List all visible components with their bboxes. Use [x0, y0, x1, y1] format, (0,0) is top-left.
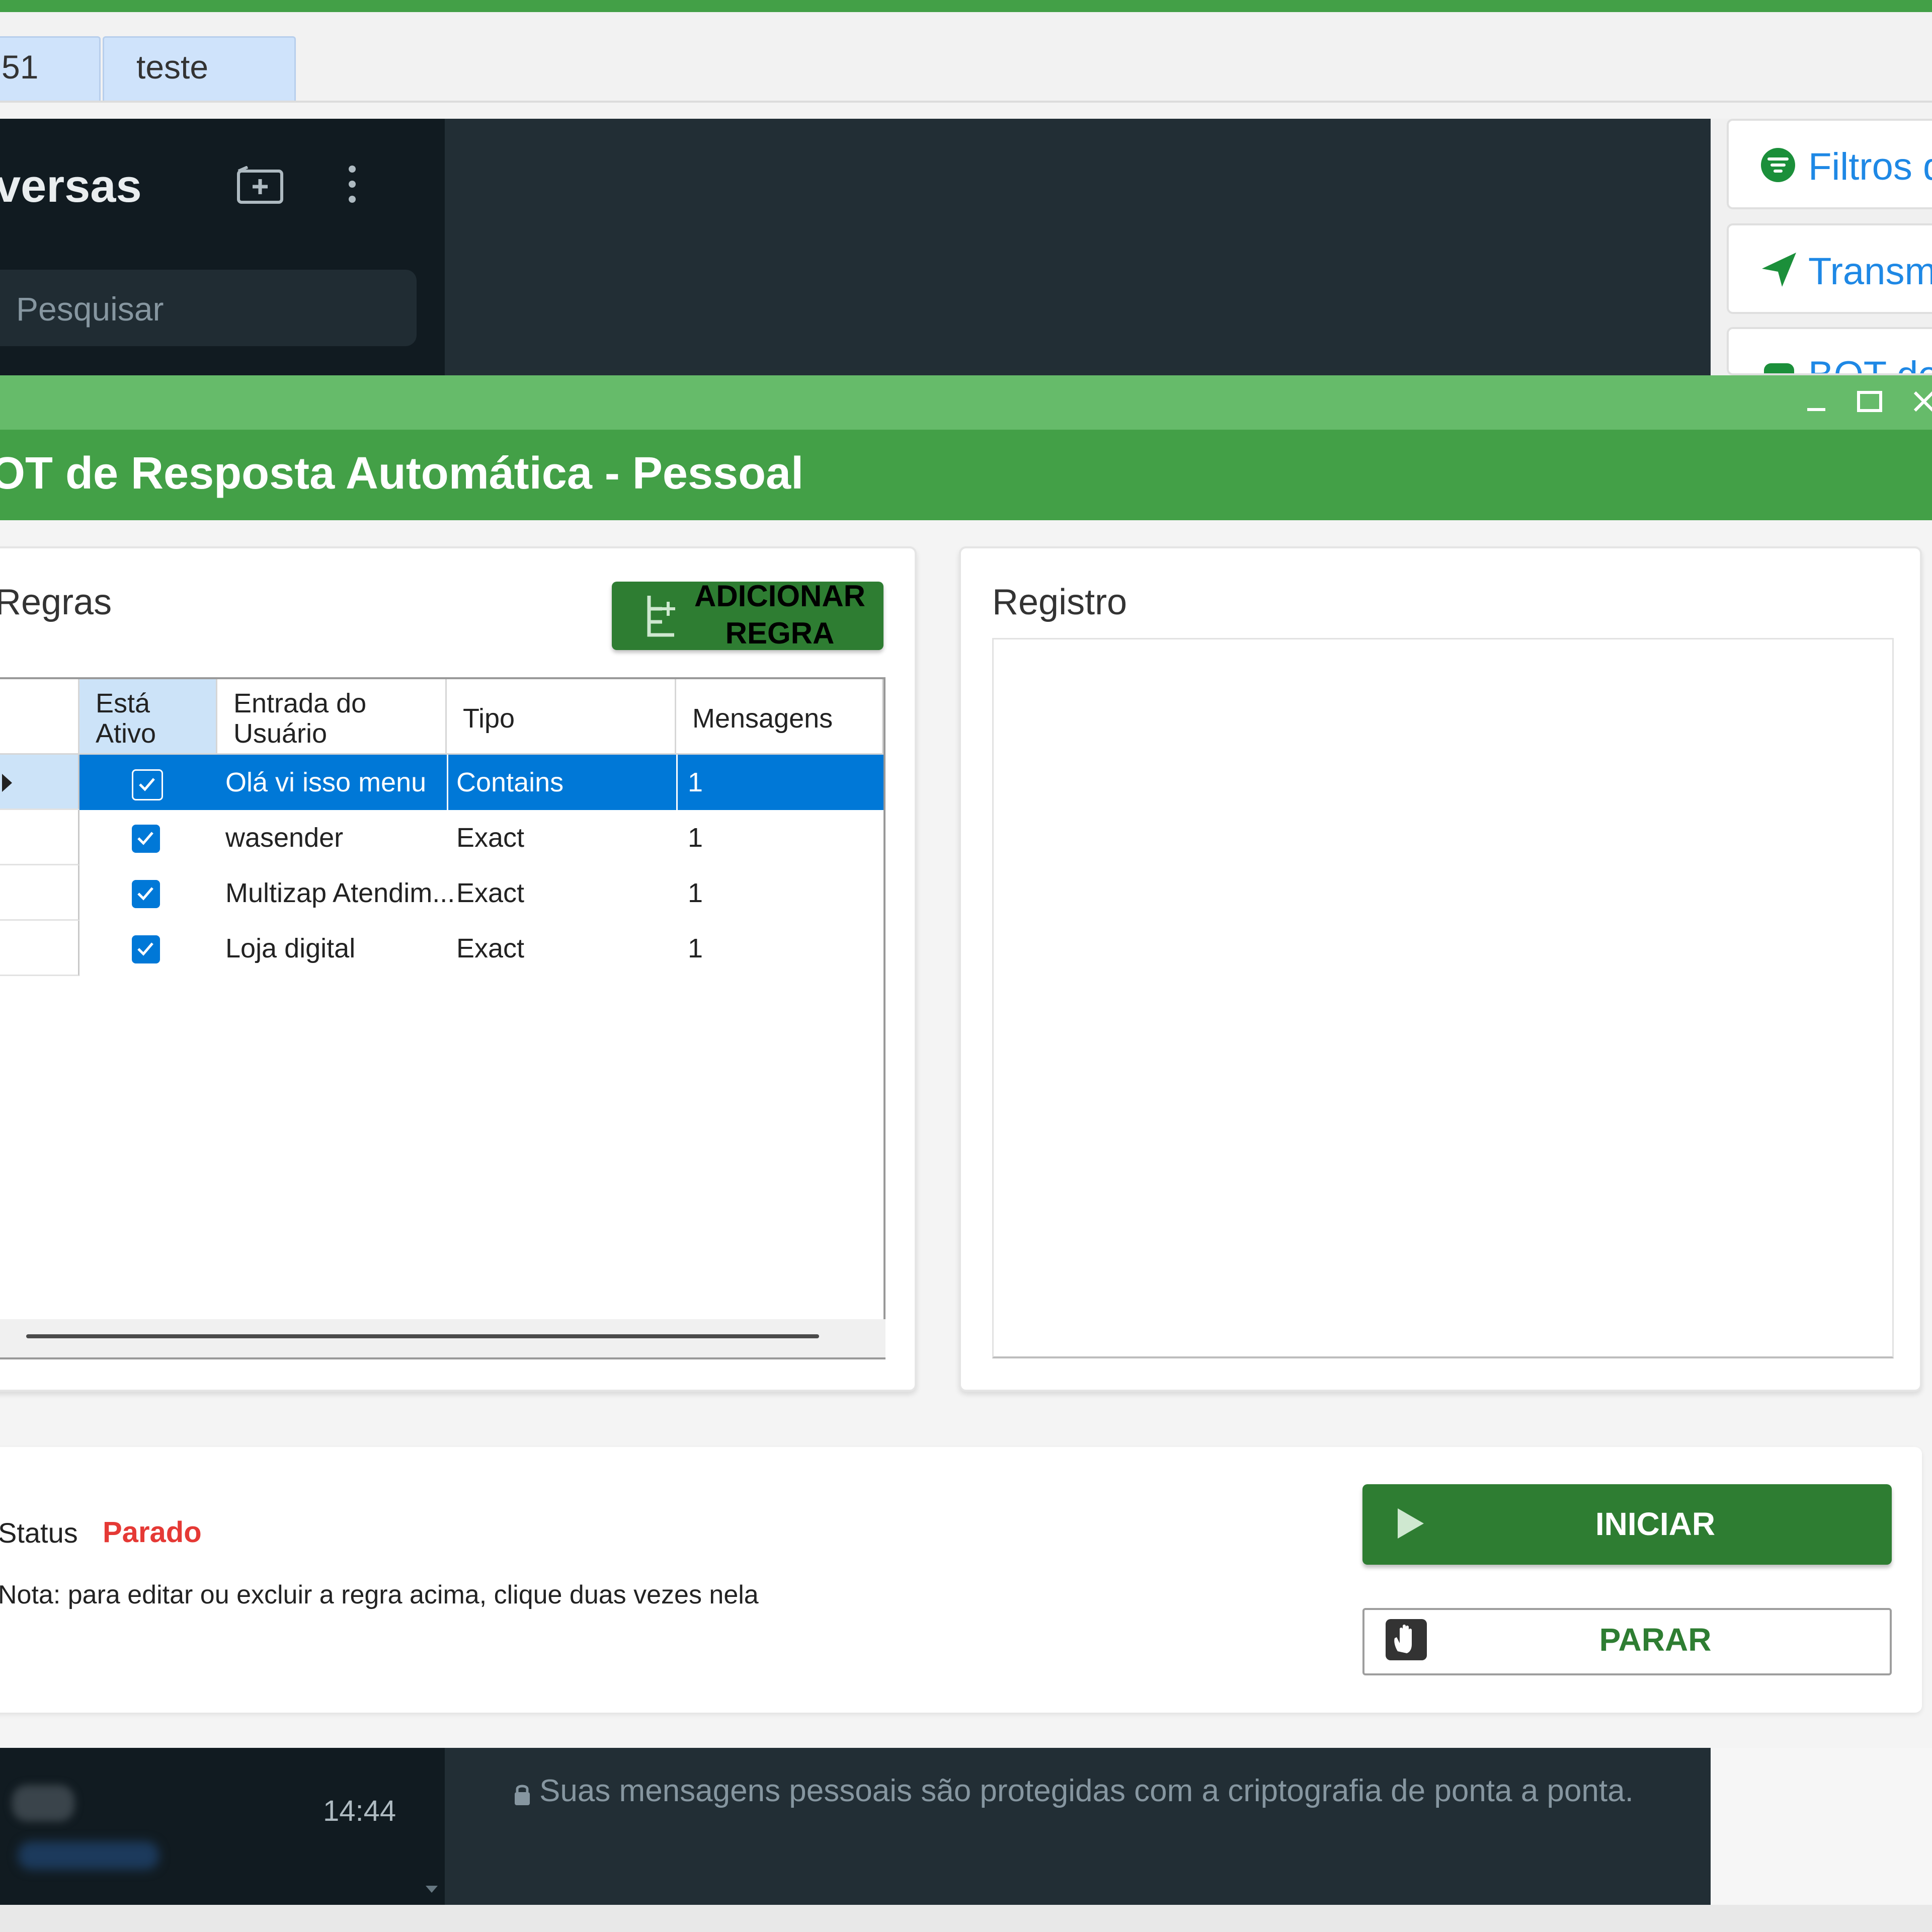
- bottom-edge: [0, 1905, 1932, 1932]
- status-value: Parado: [103, 1516, 202, 1549]
- row-selector[interactable]: [0, 810, 79, 865]
- column-header-messages[interactable]: Mensagens: [676, 679, 883, 755]
- table-row[interactable]: Loja digital Exact 1: [0, 921, 883, 976]
- tab-teste[interactable]: teste: [103, 36, 296, 101]
- checkbox-icon[interactable]: [132, 769, 163, 800]
- column-header-input[interactable]: Entrada do Usuário: [217, 679, 447, 755]
- add-rule-label: ADICIONAR REGRA: [694, 579, 865, 650]
- right-panel-bottom: [1711, 1748, 1932, 1905]
- new-chat-icon[interactable]: [236, 166, 285, 205]
- table-row[interactable]: Multizap Atendim... Exact 1: [0, 865, 883, 921]
- close-icon[interactable]: [1910, 387, 1932, 416]
- rules-title: Regras: [0, 582, 112, 622]
- messages-cell[interactable]: 1: [676, 755, 883, 810]
- type-cell[interactable]: Exact: [447, 865, 676, 921]
- row-selector[interactable]: [0, 865, 79, 921]
- messages-cell[interactable]: 1: [676, 810, 883, 865]
- chat-preview: [18, 1841, 159, 1870]
- input-cell[interactable]: Multizap Atendim...: [217, 865, 455, 921]
- table-row[interactable]: wasender Exact 1: [0, 810, 883, 865]
- tab-51[interactable]: 51: [0, 36, 101, 101]
- encryption-banner: [445, 1748, 1711, 1905]
- lock-icon: [513, 1782, 531, 1806]
- filters-label: Filtros d: [1808, 145, 1932, 188]
- active-checkbox-cell[interactable]: [79, 810, 217, 865]
- type-cell[interactable]: Exact: [447, 921, 676, 976]
- input-cell[interactable]: wasender: [217, 810, 447, 865]
- input-cell[interactable]: Olá vi isso menu: [217, 755, 447, 810]
- conversations-title: versas: [0, 160, 142, 212]
- input-cell[interactable]: Loja digital: [217, 921, 447, 976]
- top-accent-bar: [0, 0, 1932, 12]
- row-selector[interactable]: [0, 921, 79, 976]
- chat-time: 14:44: [323, 1795, 396, 1827]
- status-label: Status: [0, 1517, 78, 1549]
- transmit-button[interactable]: Transmi: [1727, 223, 1932, 314]
- bot-icon: [1764, 363, 1794, 373]
- log-title: Registro: [992, 582, 1128, 622]
- type-cell[interactable]: Exact: [447, 810, 676, 865]
- add-rule-icon: [642, 592, 677, 640]
- column-header-active[interactable]: Está Ativo: [79, 679, 217, 755]
- checkbox-icon[interactable]: [132, 825, 160, 853]
- active-checkbox-cell[interactable]: [79, 921, 217, 976]
- row-header-corner: [0, 679, 79, 755]
- hand-stop-icon: [1385, 1618, 1428, 1661]
- filters-button[interactable]: Filtros d: [1727, 119, 1932, 209]
- active-checkbox-cell[interactable]: [79, 755, 217, 810]
- current-row-arrow-icon: [2, 774, 12, 792]
- scrollbar-thumb[interactable]: [26, 1334, 819, 1338]
- menu-icon[interactable]: [342, 162, 362, 207]
- active-checkbox-cell[interactable]: [79, 865, 217, 921]
- note-text: Nota: para editar ou excluir a regra aci…: [0, 1580, 759, 1609]
- checkbox-icon[interactable]: [132, 935, 160, 963]
- chevron-down-icon[interactable]: [426, 1886, 438, 1893]
- stop-label: PARAR: [1599, 1622, 1712, 1658]
- messages-cell[interactable]: 1: [676, 921, 883, 976]
- whatsapp-main-panel: [445, 119, 1711, 375]
- filter-icon: [1761, 148, 1795, 182]
- log-textarea[interactable]: [992, 638, 1894, 1358]
- messages-cell[interactable]: 1: [676, 865, 883, 921]
- play-icon: [1398, 1508, 1424, 1539]
- bot-label: BOT de: [1808, 354, 1932, 375]
- transmit-label: Transmi: [1808, 250, 1932, 293]
- search-placeholder: Pesquisar: [16, 290, 164, 328]
- table-horizontal-scrollbar[interactable]: [0, 1319, 886, 1357]
- maximize-icon[interactable]: [1856, 387, 1884, 416]
- dialog-title: OT de Resposta Automática - Pessoal: [0, 448, 804, 499]
- minimize-icon[interactable]: [1802, 387, 1830, 416]
- row-selector[interactable]: [0, 755, 79, 810]
- encryption-notice: Suas mensagens pessoais são protegidas c…: [539, 1774, 1634, 1808]
- table-row[interactable]: Olá vi isso menu Contains 1: [0, 755, 883, 810]
- column-header-type[interactable]: Tipo: [447, 679, 676, 755]
- type-cell[interactable]: Contains: [447, 755, 676, 810]
- avatar: [12, 1785, 74, 1821]
- dialog-titlebar: [0, 375, 1932, 430]
- bot-button[interactable]: BOT de: [1727, 327, 1932, 375]
- send-icon: [1762, 253, 1796, 287]
- start-label: INICIAR: [1595, 1506, 1716, 1542]
- checkbox-icon[interactable]: [132, 880, 160, 908]
